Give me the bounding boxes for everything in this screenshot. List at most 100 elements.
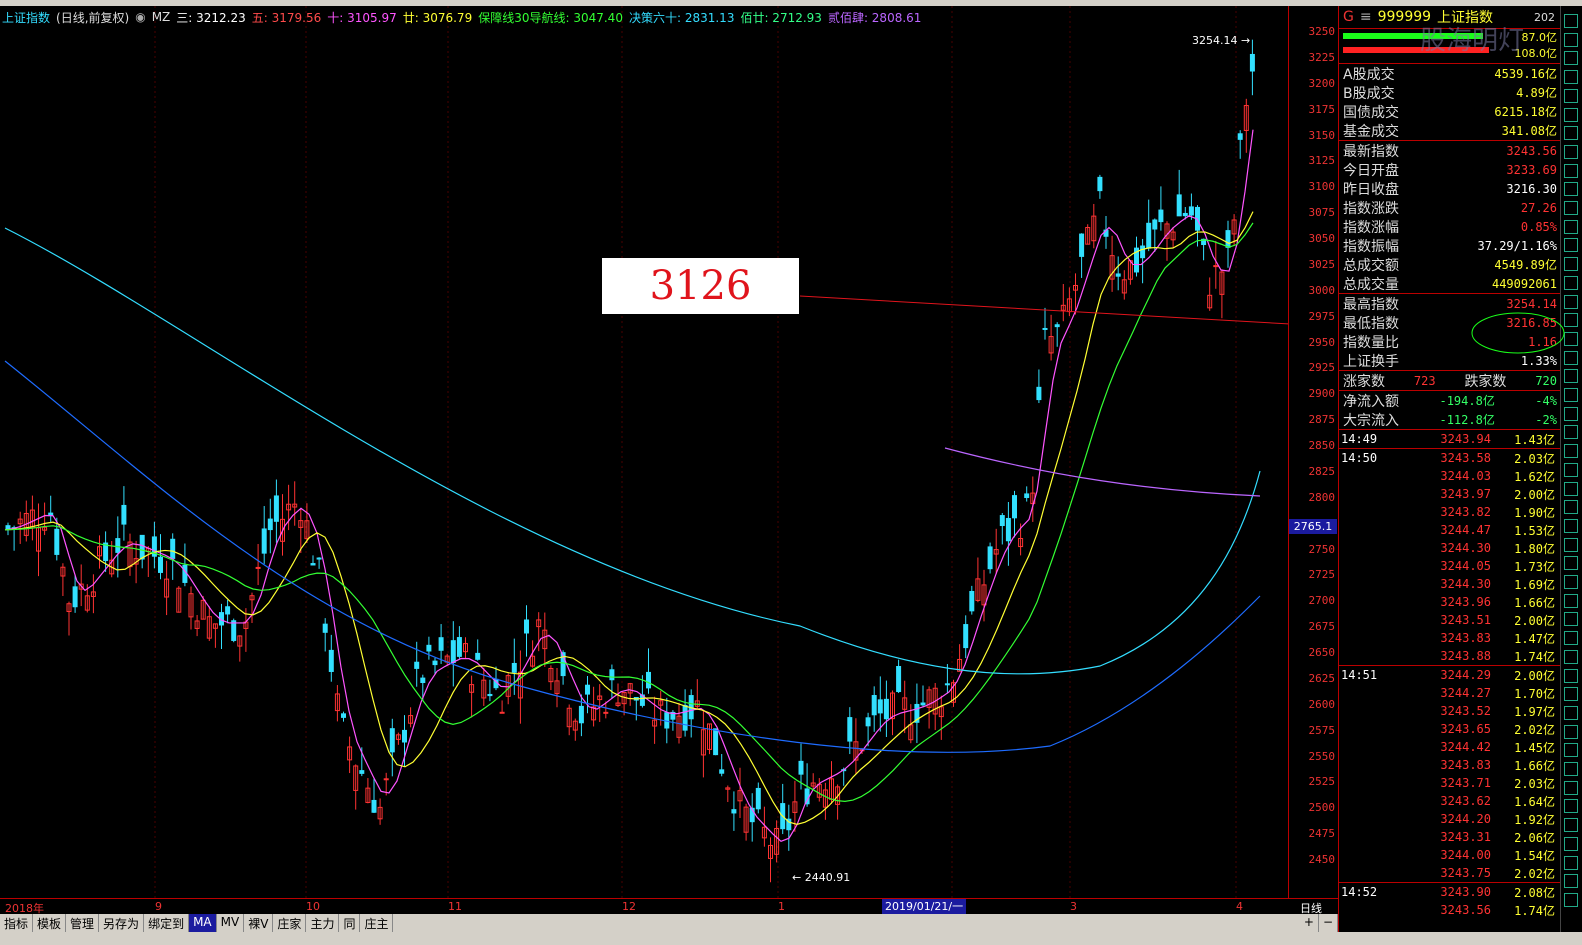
strip-button[interactable]	[1564, 107, 1578, 122]
strip-button[interactable]	[1564, 481, 1578, 496]
strip-button[interactable]	[1564, 855, 1578, 870]
tick-row: 3243.75 2.02亿	[1440, 866, 1555, 881]
strip-button[interactable]	[1564, 556, 1578, 571]
strip-button[interactable]	[1564, 238, 1578, 253]
axis-tick: 3075	[1308, 206, 1336, 220]
zoom-out-button[interactable]: −	[1319, 914, 1338, 932]
tab-10[interactable]: 同	[339, 914, 361, 932]
strip-button[interactable]	[1564, 593, 1578, 608]
tab-0[interactable]: 指标	[0, 914, 34, 932]
strip-button[interactable]	[1564, 275, 1578, 290]
tick-row: 3243.62 1.64亿	[1440, 794, 1555, 809]
strip-button[interactable]	[1564, 88, 1578, 103]
strip-button[interactable]	[1564, 444, 1578, 459]
strip-button[interactable]	[1564, 575, 1578, 589]
strip-button[interactable]	[1564, 780, 1578, 795]
side-toolbar[interactable]	[1560, 6, 1582, 932]
tick-row: 3243.96 1.66亿	[1440, 595, 1555, 610]
strip-button[interactable]	[1564, 799, 1578, 814]
tick-row: 3243.83 1.47亿	[1440, 631, 1555, 646]
strip-button[interactable]	[1564, 705, 1578, 720]
strip-button[interactable]	[1564, 32, 1578, 47]
candle-body	[646, 671, 651, 689]
axis-tick: 2650	[1308, 646, 1336, 659]
g-icon[interactable]: G	[1343, 9, 1354, 25]
tab-5[interactable]: MA	[189, 914, 217, 932]
legend-item: 保障线30导航线: 3047.40	[478, 10, 623, 25]
strip-button[interactable]	[1564, 612, 1578, 627]
strip-button[interactable]	[1564, 687, 1578, 702]
tab-9[interactable]: 主力	[306, 914, 340, 932]
strip-button[interactable]	[1564, 462, 1578, 477]
strip-button[interactable]	[1564, 201, 1578, 215]
strip-button[interactable]	[1564, 257, 1578, 272]
tab-2[interactable]: 管理	[66, 914, 100, 932]
candle-body	[426, 644, 432, 652]
strip-button[interactable]	[1564, 163, 1578, 178]
legend-item: 贰佰肆: 2808.61	[827, 10, 922, 25]
strip-button[interactable]	[1564, 518, 1578, 533]
stat-row: 今日开盘 3233.69	[1343, 162, 1557, 179]
date-label: 9	[155, 900, 162, 913]
strip-button[interactable]	[1564, 724, 1578, 739]
strip-button[interactable]	[1564, 182, 1578, 197]
candle-body	[72, 586, 78, 608]
strip-button[interactable]	[1564, 649, 1578, 664]
strip-button[interactable]	[1564, 388, 1578, 402]
axis-tick: 2875	[1308, 413, 1336, 427]
tab-6[interactable]: MV	[217, 914, 245, 932]
strip-button[interactable]	[1564, 743, 1578, 758]
tick-list[interactable]: 14:49 3243.94 1.43亿 14:50 3243.58 2.03亿 3244.0…	[1339, 429, 1561, 919]
axis-tick: 2975	[1308, 309, 1336, 323]
watermark: 股海明灯	[1420, 26, 1525, 56]
gear-icon[interactable]: ◉	[135, 10, 145, 24]
tab-8[interactable]: 庄家	[273, 914, 307, 932]
strip-button[interactable]	[1564, 51, 1578, 66]
legend-mz: MZ	[151, 10, 171, 24]
strip-button[interactable]	[1564, 762, 1578, 776]
stat-row: 昨日收盘 3216.30	[1343, 181, 1557, 198]
tab-4[interactable]: 绑定到	[144, 914, 190, 932]
strip-button[interactable]	[1564, 892, 1578, 907]
tab-1[interactable]: 模板	[33, 914, 67, 932]
tab-7[interactable]: 裸V	[244, 914, 274, 932]
tick-row: 3244.00 1.54亿	[1440, 848, 1555, 863]
strip-button[interactable]	[1564, 70, 1578, 85]
candle-body	[1146, 222, 1152, 249]
strip-button[interactable]	[1564, 874, 1578, 889]
candle-body	[487, 693, 493, 697]
strip-button[interactable]	[1564, 144, 1578, 159]
strip-button[interactable]	[1564, 631, 1578, 646]
kline-chart[interactable]: 3254.14 → ← 2440.91	[0, 6, 1338, 910]
axis-tick: 2850	[1308, 439, 1336, 452]
axis-tick: 2800	[1308, 490, 1336, 504]
strip-button[interactable]	[1564, 369, 1578, 384]
strip-button[interactable]	[1564, 406, 1578, 421]
tick-row: 3243.51 2.00亿	[1440, 613, 1555, 628]
strip-button[interactable]	[1564, 668, 1578, 683]
flow-row: 大宗流入 -112.8亿 -2%	[1343, 412, 1557, 429]
candle-body	[969, 590, 975, 612]
flow-row: 净流入额 -194.8亿 -4%	[1343, 393, 1557, 410]
stat-row: 国债成交 6215.18亿	[1343, 104, 1557, 121]
strip-button[interactable]	[1564, 537, 1578, 552]
tab-11[interactable]: 庄主	[360, 914, 394, 932]
strip-button[interactable]	[1564, 500, 1578, 515]
candle-body	[609, 669, 615, 681]
strip-button[interactable]	[1564, 425, 1578, 440]
menu-icon[interactable]: ≡	[1360, 9, 1372, 25]
strip-button[interactable]	[1564, 126, 1578, 141]
candle-body	[511, 662, 517, 673]
tab-3[interactable]: 另存为	[99, 914, 145, 932]
zoom-in-button[interactable]: +	[1300, 914, 1319, 932]
candle-body	[578, 705, 584, 724]
candle-body	[121, 504, 127, 525]
date-marker: 2019/01/21/一	[882, 899, 967, 914]
strip-button[interactable]	[1564, 836, 1578, 851]
candle-body	[450, 640, 456, 664]
candle-body	[475, 652, 481, 660]
strip-button[interactable]	[1564, 14, 1578, 28]
strip-button[interactable]	[1564, 294, 1578, 309]
strip-button[interactable]	[1564, 219, 1578, 234]
strip-button[interactable]	[1564, 818, 1578, 833]
